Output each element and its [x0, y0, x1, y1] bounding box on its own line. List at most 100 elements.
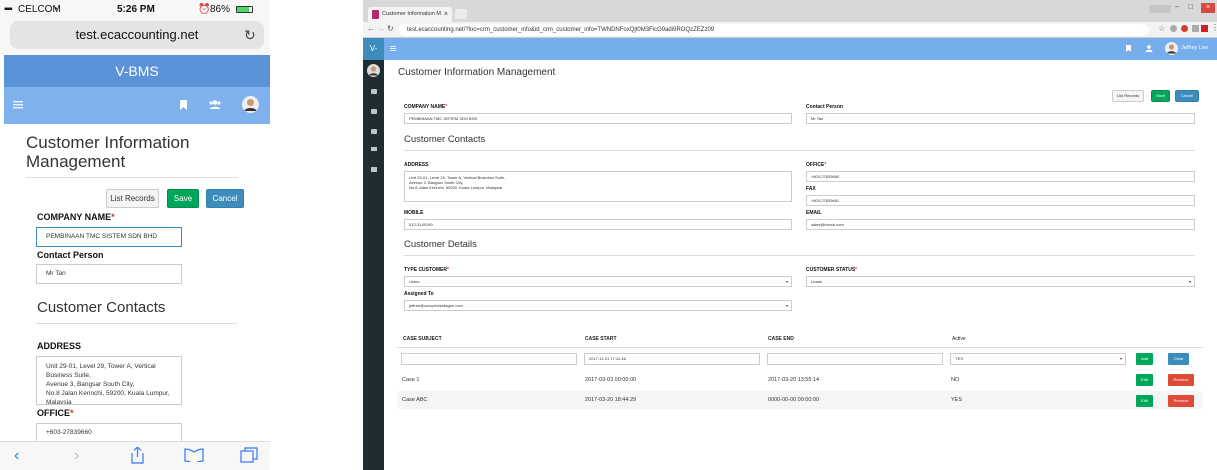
share-icon[interactable] — [131, 447, 144, 464]
battery-percent: 86% — [210, 4, 231, 15]
edit-button[interactable]: Edit — [1136, 395, 1153, 407]
remove-button[interactable]: Remove — [1168, 374, 1194, 386]
active-filter-select[interactable]: YES ▾ — [950, 353, 1126, 365]
contact-person-input[interactable]: Mr Tan — [36, 264, 182, 284]
case-end: 2017-03-20 13:55:14 — [768, 377, 820, 383]
mobile-input[interactable]: 012-3145199 — [404, 219, 792, 230]
reload-icon[interactable]: ↻ — [387, 24, 394, 33]
cancel-button[interactable]: Cancel — [1175, 90, 1199, 102]
divider — [404, 255, 1195, 256]
menu-icon[interactable] — [13, 101, 23, 109]
user-avatar-icon[interactable] — [1165, 42, 1178, 55]
new-tab-button[interactable] — [455, 9, 467, 19]
remove-button[interactable]: Remove — [1168, 395, 1194, 407]
contacts-heading: Customer Contacts — [404, 134, 486, 145]
office-input[interactable]: +603-27839660 — [36, 423, 182, 442]
maximize-icon[interactable]: □ — [1188, 2, 1193, 11]
grid-icon[interactable] — [371, 167, 377, 172]
battery-icon — [236, 6, 253, 13]
contact-person-label: Contact Person — [806, 104, 843, 110]
customer-status-select[interactable]: Leads ▾ — [806, 276, 1195, 287]
office-label: OFFICE* — [806, 162, 827, 168]
case-subject-filter[interactable] — [401, 353, 577, 365]
add-case-button[interactable]: Add — [1136, 353, 1153, 365]
company-name-input[interactable]: PEMBINAAN TMC SISTEM SDN BHD — [36, 227, 182, 247]
user-name[interactable]: Jeffrey Lee — [1181, 45, 1208, 51]
bookmark-icon[interactable] — [180, 100, 187, 110]
dashboard-icon[interactable] — [371, 89, 377, 94]
mobile-screen: ▪▪▪ CELCOM ◔ 5:26 PM ⏰ 86% test.ecaccoun… — [0, 0, 270, 470]
list-records-button[interactable]: List Records — [106, 189, 159, 208]
close-window-icon[interactable]: × — [1201, 3, 1215, 13]
window-titlebar: Customer Information M × – □ × — [363, 0, 1217, 22]
forward-icon[interactable]: › — [74, 447, 79, 465]
clear-filter-button[interactable]: Clear — [1168, 353, 1189, 365]
save-button[interactable]: Save — [167, 189, 199, 208]
contact-person-input[interactable]: Mr Tan — [806, 113, 1195, 124]
office-label: OFFICE* — [37, 408, 74, 418]
menu-icon[interactable] — [390, 46, 396, 51]
users-icon[interactable] — [209, 100, 221, 109]
case-subject: Case 1 — [402, 377, 420, 383]
office-input[interactable]: +603-27839660 — [806, 171, 1195, 182]
extension-icon[interactable] — [1192, 25, 1199, 32]
close-tab-icon[interactable]: × — [444, 7, 448, 22]
users-icon[interactable] — [1145, 45, 1153, 52]
table-row: Case ABC 2017-03-20 18:44:29 0000-00-00 … — [397, 391, 1203, 409]
avatar[interactable] — [242, 96, 259, 113]
contacts-heading: Customer Contacts — [37, 299, 166, 316]
back-icon[interactable]: ← — [367, 24, 375, 33]
case-start: 2017-03-20 18:44:29 — [585, 397, 637, 403]
contact-person-label: Contact Person — [37, 250, 104, 260]
save-button[interactable]: Save — [1151, 90, 1170, 102]
assigned-to-select[interactable]: jeffree@ocrsprintsellsgeo.com ▾ — [404, 300, 792, 311]
status-bar: ▪▪▪ CELCOM ◔ 5:26 PM ⏰ 86% — [0, 0, 270, 18]
opera-icon[interactable] — [1181, 25, 1188, 32]
top-navbar: Jeffrey Lee — [384, 38, 1217, 60]
divider — [26, 177, 238, 178]
tabs-icon[interactable] — [240, 447, 258, 463]
reload-icon[interactable]: ↻ — [244, 21, 256, 49]
tab-favicon-icon — [372, 10, 379, 19]
type-customer-select[interactable]: Users ▾ — [404, 276, 792, 287]
column-header: CASE END — [768, 336, 794, 342]
company-name-input[interactable]: PEMBINAAN TMC SISTEM SDN BHD — [404, 113, 792, 124]
wifi-icon: ◔ — [52, 4, 59, 15]
type-customer-label: TYPE CUSTOMER* — [404, 267, 449, 273]
cancel-button[interactable]: Cancel — [206, 189, 244, 208]
browser-tab[interactable]: Customer Information M × — [368, 7, 452, 22]
alarm-icon: ⏰ — [198, 4, 211, 15]
extension-icon[interactable] — [1201, 25, 1208, 32]
forward-icon[interactable]: → — [377, 24, 385, 33]
laptop-icon[interactable] — [371, 147, 377, 151]
divider — [36, 323, 237, 324]
brand-logo[interactable]: V- — [363, 38, 384, 60]
back-icon[interactable]: ‹ — [14, 447, 19, 465]
address-textarea[interactable]: Unit 29-01, Level 29, Tower A, Vertical … — [404, 171, 792, 202]
more-icon[interactable]: ⋮ — [1211, 23, 1217, 32]
dashboard-icon[interactable] — [371, 129, 377, 134]
address-textarea[interactable]: Unit 29-01, Level 29, Tower A, Vertical … — [36, 356, 182, 405]
url-bar: test.ecaccounting.net ↻ — [0, 18, 270, 55]
case-start-filter[interactable]: 2017-11-01 17:12:46 — [584, 353, 760, 365]
case-end-filter[interactable] — [767, 353, 943, 365]
list-records-button[interactable]: List Records — [1112, 90, 1144, 102]
email-input[interactable]: sales@tmcsb.com — [806, 219, 1195, 230]
brand-bar: V-BMS — [4, 55, 270, 87]
url-input[interactable]: test.ecaccounting.net/?loc=crm_customer_… — [399, 24, 1149, 36]
url-field[interactable]: test.ecaccounting.net — [10, 21, 264, 49]
edit-button[interactable]: Edit — [1136, 374, 1153, 386]
minimize-icon[interactable]: – — [1175, 2, 1179, 11]
extension-icon[interactable] — [1170, 25, 1177, 32]
fax-input[interactable]: +603-27839661 — [806, 195, 1195, 206]
profile-chip[interactable] — [1149, 5, 1171, 13]
star-icon[interactable]: ☆ — [1158, 24, 1165, 33]
bookmarks-icon[interactable] — [184, 448, 204, 462]
bookmark-icon[interactable] — [1126, 45, 1131, 52]
dashboard-icon[interactable] — [371, 109, 377, 114]
nav-bar — [4, 87, 270, 124]
company-name-label: COMPANY NAME* — [37, 212, 115, 222]
chevron-down-icon: ▾ — [785, 303, 788, 308]
avatar[interactable] — [367, 64, 380, 77]
customer-status-label: CUSTOMER STATUS* — [806, 267, 858, 273]
